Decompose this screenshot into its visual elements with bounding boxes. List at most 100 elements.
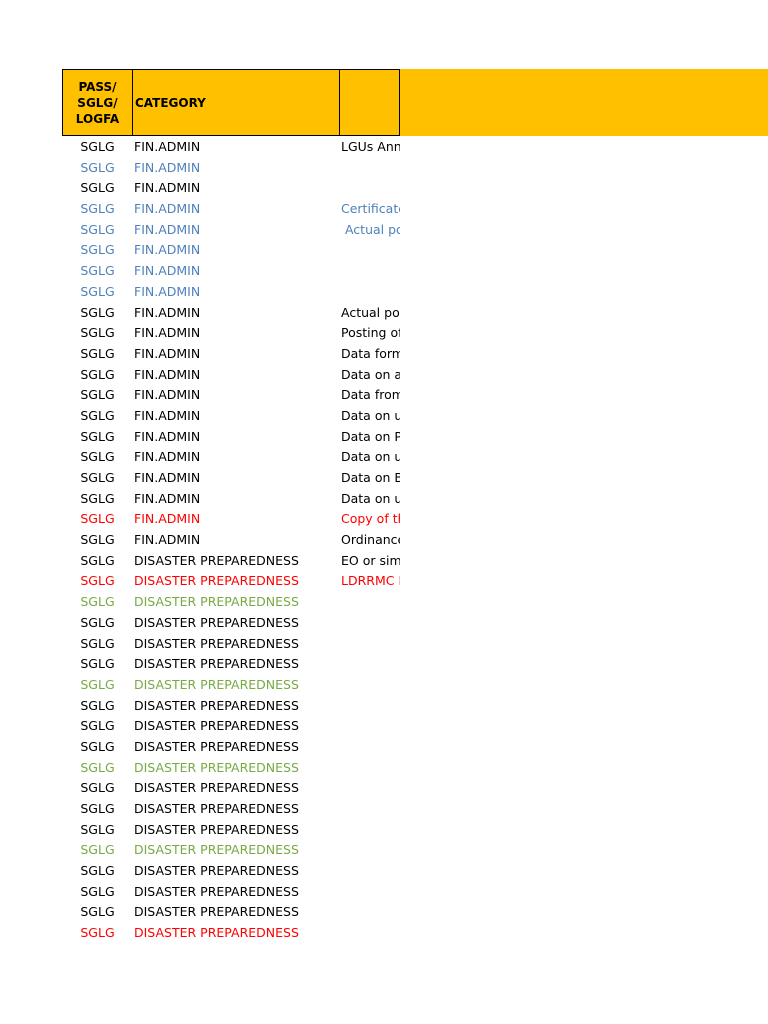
description-cell[interactable]: Certificate [341,201,400,216]
table-row[interactable]: SGLG FIN.ADMIN [62,282,400,303]
category-cell[interactable]: DISASTER PREPAREDNESS [134,822,299,837]
description-cell[interactable]: EO or sim [341,553,400,568]
category-cell[interactable]: DISASTER PREPAREDNESS [134,718,299,733]
table-row[interactable]: SGLG DISASTER PREPAREDNESS [62,758,400,779]
pass-cell[interactable]: SGLG [62,408,133,423]
description-cell[interactable]: Data on u [341,449,400,464]
category-cell[interactable]: FIN.ADMIN [134,263,200,278]
description-cell[interactable]: Data from [341,387,400,402]
pass-cell[interactable]: SGLG [62,511,133,526]
description-cell[interactable]: Data on u [341,491,400,506]
category-cell[interactable]: DISASTER PREPAREDNESS [134,677,299,692]
table-row[interactable]: SGLG FIN.ADMIN Data on a [62,365,400,386]
table-row[interactable]: SGLG FIN.ADMIN Data on u [62,489,400,510]
category-cell[interactable]: FIN.ADMIN [134,284,200,299]
table-row[interactable]: SGLG FIN.ADMIN Data on B [62,468,400,489]
category-cell[interactable]: FIN.ADMIN [134,325,200,340]
table-row[interactable]: SGLG FIN.ADMIN Actual po [62,220,400,241]
pass-cell[interactable]: SGLG [62,160,133,175]
category-cell[interactable]: FIN.ADMIN [134,387,200,402]
category-cell[interactable]: FIN.ADMIN [134,346,200,361]
table-row[interactable]: SGLG DISASTER PREPAREDNESS [62,592,400,613]
pass-cell[interactable]: SGLG [62,429,133,444]
pass-cell[interactable]: SGLG [62,780,133,795]
table-row[interactable]: SGLG DISASTER PREPAREDNESS [62,737,400,758]
table-row[interactable]: SGLG DISASTER PREPAREDNESS [62,778,400,799]
table-row[interactable]: SGLGDISASTER PREPAREDNESS LDRRMC M [62,571,400,592]
pass-cell[interactable]: SGLG [62,698,133,713]
description-cell[interactable]: LDRRMC M [341,573,400,588]
pass-cell[interactable]: SGLG [62,801,133,816]
pass-cell[interactable]: SGLG [62,594,133,609]
table-row[interactable]: SGLG FIN.ADMIN [62,158,400,179]
description-cell[interactable]: Actual pos [341,305,400,320]
table-row[interactable]: SGLG FIN.ADMIN Actual pos [62,303,400,324]
description-cell[interactable]: Posting of [341,325,400,340]
category-cell[interactable]: FIN.ADMIN [134,139,200,154]
category-cell[interactable]: FIN.ADMIN [134,305,200,320]
description-cell[interactable]: Ordinance [341,532,400,547]
header-pass-cell[interactable]: PASS/ SGLG/ LOGFA [62,69,133,136]
pass-cell[interactable]: SGLG [62,636,133,651]
table-row[interactable]: SGLG FIN.ADMIN Copy of th [62,509,400,530]
category-cell[interactable]: DISASTER PREPAREDNESS [134,780,299,795]
category-cell[interactable]: FIN.ADMIN [134,491,200,506]
category-cell[interactable]: FIN.ADMIN [134,429,200,444]
table-row[interactable]: SGLG FIN.ADMIN Certificate [62,199,400,220]
category-cell[interactable]: FIN.ADMIN [134,367,200,382]
pass-cell[interactable]: SGLG [62,222,133,237]
category-cell[interactable]: FIN.ADMIN [134,408,200,423]
pass-cell[interactable]: SGLG [62,822,133,837]
table-row[interactable]: SGLG FIN.ADMIN [62,261,400,282]
table-row[interactable]: SGLG FIN.ADMIN Data from [62,385,400,406]
category-cell[interactable]: DISASTER PREPAREDNESS [134,739,299,754]
pass-cell[interactable]: SGLG [62,760,133,775]
pass-cell[interactable]: SGLG [62,284,133,299]
table-row[interactable]: SGLG DISASTER PREPAREDNESS [62,840,400,861]
description-cell[interactable]: Data on a [341,367,400,382]
description-cell[interactable]: Copy of th [341,511,400,526]
category-cell[interactable]: FIN.ADMIN [134,449,200,464]
pass-cell[interactable]: SGLG [62,739,133,754]
pass-cell[interactable]: SGLG [62,863,133,878]
category-cell[interactable]: DISASTER PREPAREDNESS [134,573,299,588]
table-row[interactable]: SGLG FIN.ADMIN Posting of [62,323,400,344]
description-cell[interactable]: Data form [341,346,400,361]
pass-cell[interactable]: SGLG [62,615,133,630]
pass-cell[interactable]: SGLG [62,387,133,402]
category-cell[interactable]: FIN.ADMIN [134,511,200,526]
category-cell[interactable]: DISASTER PREPAREDNESS [134,904,299,919]
pass-cell[interactable]: SGLG [62,884,133,899]
pass-cell[interactable]: SGLG [62,325,133,340]
pass-cell[interactable]: SGLG [62,139,133,154]
category-cell[interactable]: FIN.ADMIN [134,222,200,237]
category-cell[interactable]: DISASTER PREPAREDNESS [134,863,299,878]
table-row[interactable]: SGLG DISASTER PREPAREDNESS [62,902,400,923]
table-row[interactable]: SGLG FIN.ADMIN Data form [62,344,400,365]
table-row[interactable]: SGLG FIN.ADMIN Data on u [62,406,400,427]
pass-cell[interactable]: SGLG [62,573,133,588]
pass-cell[interactable]: SGLG [62,904,133,919]
pass-cell[interactable]: SGLG [62,449,133,464]
category-cell[interactable]: FIN.ADMIN [134,180,200,195]
category-cell[interactable]: FIN.ADMIN [134,160,200,175]
table-row[interactable]: SGLG DISASTER PREPAREDNESS [62,820,400,841]
category-cell[interactable]: DISASTER PREPAREDNESS [134,884,299,899]
table-row[interactable]: SGLG DISASTER PREPAREDNESS [62,654,400,675]
pass-cell[interactable]: SGLG [62,842,133,857]
pass-cell[interactable]: SGLG [62,242,133,257]
description-cell[interactable]: LGUs Ann [341,139,400,154]
category-cell[interactable]: DISASTER PREPAREDNESS [134,925,299,940]
pass-cell[interactable]: SGLG [62,263,133,278]
table-row[interactable]: SGLG FIN.ADMIN [62,178,400,199]
pass-cell[interactable]: SGLG [62,491,133,506]
category-cell[interactable]: DISASTER PREPAREDNESS [134,594,299,609]
category-cell[interactable]: FIN.ADMIN [134,242,200,257]
pass-cell[interactable]: SGLG [62,532,133,547]
table-row[interactable]: SGLG FIN.ADMIN Ordinance [62,530,400,551]
header-description-cell[interactable] [339,69,400,136]
table-row[interactable]: SGLG DISASTER PREPAREDNESS [62,613,400,634]
description-cell[interactable]: Actual po [341,222,400,237]
pass-cell[interactable]: SGLG [62,305,133,320]
pass-cell[interactable]: SGLG [62,470,133,485]
